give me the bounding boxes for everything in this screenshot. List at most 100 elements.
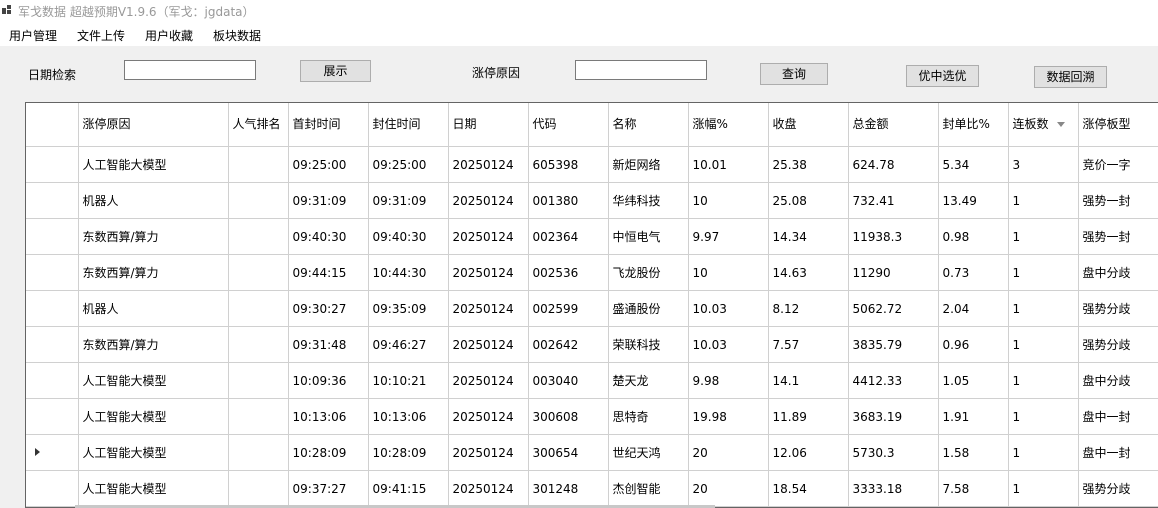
cell-popularity-rank[interactable] [228,254,289,291]
cell-close[interactable]: 12.06 [768,434,849,471]
cell-consecutive-boards[interactable]: 1 [1008,326,1079,363]
cell-limit-type[interactable]: 盘中分歧 [1078,362,1158,399]
cell-seal-ratio[interactable]: 0.96 [938,326,1009,363]
cell-sealed-time[interactable]: 09:31:09 [368,182,449,219]
cell-close[interactable]: 7.57 [768,326,849,363]
cell-consecutive-boards[interactable]: 1 [1008,218,1079,255]
query-button[interactable]: 查询 [760,63,828,85]
cell-limit-reason[interactable]: 人工智能大模型 [78,362,229,399]
cell-first-seal-time[interactable]: 10:09:36 [288,362,369,399]
cell-seal-ratio[interactable]: 5.34 [938,146,1009,183]
column-header-first-seal-time[interactable]: 首封时间 [288,103,369,147]
cell-sealed-time[interactable]: 09:25:00 [368,146,449,183]
cell-total-amount[interactable]: 5730.3 [848,434,939,471]
date-search-input[interactable] [124,60,256,80]
column-header-code[interactable]: 代码 [528,103,609,147]
cell-first-seal-time[interactable]: 10:13:06 [288,398,369,435]
row-header[interactable] [26,218,79,255]
cell-name[interactable]: 飞龙股份 [608,254,689,291]
cell-limit-reason[interactable]: 人工智能大模型 [78,470,229,507]
cell-popularity-rank[interactable] [228,326,289,363]
cell-name[interactable]: 思特奇 [608,398,689,435]
cell-sealed-time[interactable]: 09:41:15 [368,470,449,507]
cell-total-amount[interactable]: 3333.18 [848,470,939,507]
column-header-name[interactable]: 名称 [608,103,689,147]
cell-popularity-rank[interactable] [228,362,289,399]
cell-change-pct[interactable]: 10.01 [688,146,769,183]
cell-close[interactable]: 14.63 [768,254,849,291]
cell-name[interactable]: 荣联科技 [608,326,689,363]
cell-first-seal-time[interactable]: 10:28:09 [288,434,369,471]
cell-total-amount[interactable]: 5062.72 [848,290,939,327]
cell-code[interactable]: 300608 [528,398,609,435]
table-row[interactable]: 人工智能大模型 10:09:36 10:10:21 20250124 003040 楚天龙… [26,362,1158,399]
cell-consecutive-boards[interactable]: 1 [1008,290,1079,327]
table-row[interactable]: 人工智能大模型 10:28:09 10:28:09 20250124 300654 世纪天… [26,434,1158,471]
cell-date[interactable]: 20250124 [448,398,529,435]
cell-total-amount[interactable]: 4412.33 [848,362,939,399]
cell-code[interactable]: 002536 [528,254,609,291]
limit-reason-input[interactable] [575,60,707,80]
cell-first-seal-time[interactable]: 09:30:27 [288,290,369,327]
cell-limit-reason[interactable]: 人工智能大模型 [78,434,229,471]
cell-limit-type[interactable]: 盘中一封 [1078,434,1158,471]
cell-close[interactable]: 8.12 [768,290,849,327]
column-header-change-pct[interactable]: 涨幅% [688,103,769,147]
cell-total-amount[interactable]: 3683.19 [848,398,939,435]
cell-change-pct[interactable]: 9.98 [688,362,769,399]
column-header-close[interactable]: 收盘 [768,103,849,147]
cell-limit-reason[interactable]: 人工智能大模型 [78,146,229,183]
row-header[interactable] [26,146,79,183]
table-row[interactable]: 人工智能大模型 09:25:00 09:25:00 20250124 605398 新炬网… [26,146,1158,183]
data-backtrack-button[interactable]: 数据回溯 [1034,66,1107,88]
cell-total-amount[interactable]: 624.78 [848,146,939,183]
cell-consecutive-boards[interactable]: 1 [1008,470,1079,507]
cell-date[interactable]: 20250124 [448,254,529,291]
cell-close[interactable]: 18.54 [768,470,849,507]
cell-change-pct[interactable]: 10.03 [688,290,769,327]
cell-seal-ratio[interactable]: 0.98 [938,218,1009,255]
row-header[interactable] [26,182,79,219]
cell-close[interactable]: 25.08 [768,182,849,219]
menu-user-management[interactable]: 用户管理 [9,27,57,44]
cell-sealed-time[interactable]: 10:13:06 [368,398,449,435]
cell-limit-reason[interactable]: 人工智能大模型 [78,398,229,435]
menu-user-favorites[interactable]: 用户收藏 [145,27,193,44]
cell-sealed-time[interactable]: 09:40:30 [368,218,449,255]
row-header[interactable] [26,398,79,435]
cell-seal-ratio[interactable]: 2.04 [938,290,1009,327]
cell-seal-ratio[interactable]: 1.58 [938,434,1009,471]
cell-change-pct[interactable]: 10 [688,182,769,219]
cell-name[interactable]: 杰创智能 [608,470,689,507]
cell-code[interactable]: 003040 [528,362,609,399]
cell-code[interactable]: 002364 [528,218,609,255]
cell-total-amount[interactable]: 732.41 [848,182,939,219]
cell-limit-type[interactable]: 强势一封 [1078,218,1158,255]
row-header[interactable] [26,362,79,399]
cell-consecutive-boards[interactable]: 1 [1008,362,1079,399]
cell-popularity-rank[interactable] [228,146,289,183]
cell-change-pct[interactable]: 9.97 [688,218,769,255]
cell-first-seal-time[interactable]: 09:25:00 [288,146,369,183]
cell-date[interactable]: 20250124 [448,146,529,183]
cell-close[interactable]: 11.89 [768,398,849,435]
cell-first-seal-time[interactable]: 09:40:30 [288,218,369,255]
cell-popularity-rank[interactable] [228,218,289,255]
sort-desc-icon[interactable] [1056,122,1065,127]
cell-code[interactable]: 301248 [528,470,609,507]
cell-change-pct[interactable]: 10 [688,254,769,291]
cell-total-amount[interactable]: 3835.79 [848,326,939,363]
row-header[interactable] [26,434,79,471]
table-row[interactable]: 东数西算/算力 09:40:30 09:40:30 20250124 002364 中恒电… [26,218,1158,255]
cell-code[interactable]: 605398 [528,146,609,183]
cell-popularity-rank[interactable] [228,182,289,219]
row-header-corner[interactable] [26,103,79,147]
cell-close[interactable]: 14.34 [768,218,849,255]
cell-first-seal-time[interactable]: 09:31:48 [288,326,369,363]
cell-limit-reason[interactable]: 东数西算/算力 [78,218,229,255]
cell-consecutive-boards[interactable]: 1 [1008,434,1079,471]
cell-date[interactable]: 20250124 [448,218,529,255]
cell-limit-type[interactable]: 强势一封 [1078,182,1158,219]
cell-consecutive-boards[interactable]: 3 [1008,146,1079,183]
cell-total-amount[interactable]: 11938.3 [848,218,939,255]
